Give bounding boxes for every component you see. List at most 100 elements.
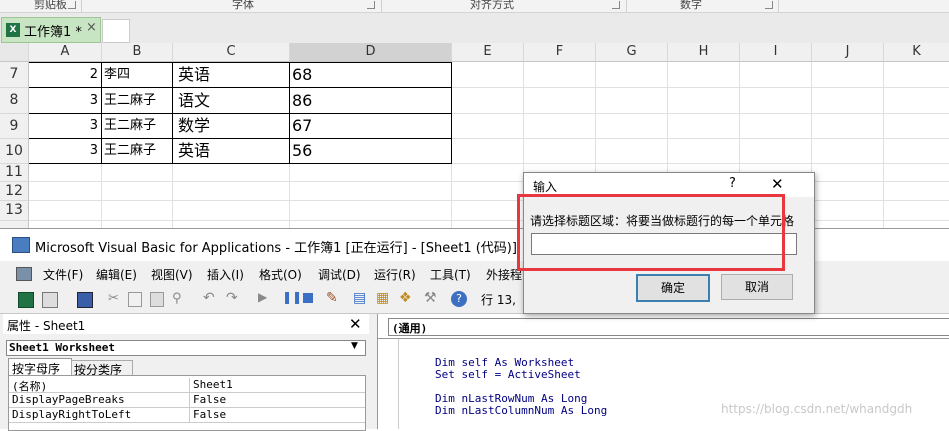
- column-header[interactable]: K: [884, 43, 949, 61]
- close-button[interactable]: ✕: [771, 175, 784, 193]
- vba-window-title: Microsoft Visual Basic for Applications …: [35, 241, 517, 256]
- ribbon-separator: [81, 0, 82, 12]
- font-launcher-icon[interactable]: [367, 1, 375, 9]
- object-browser-icon[interactable]: ❖: [399, 290, 412, 306]
- highlight-box: [517, 194, 785, 271]
- column-header[interactable]: G: [596, 43, 668, 61]
- menu-tools[interactable]: 工具(T): [430, 266, 471, 283]
- ribbon-separator: [381, 0, 382, 12]
- cell-a7[interactable]: 2: [29, 62, 98, 87]
- workbook-tab-label: 工作簿1 *: [24, 25, 82, 40]
- cell-c8[interactable]: 语文: [178, 88, 288, 113]
- column-header-row: A B C D E F G H I J K: [0, 43, 949, 62]
- cell-b7[interactable]: 李四: [104, 62, 172, 87]
- gridline: [452, 87, 949, 88]
- cell-c7[interactable]: 英语: [178, 62, 288, 87]
- cell-d8[interactable]: 86: [292, 88, 450, 113]
- menu-view[interactable]: 视图(V): [151, 266, 193, 283]
- ribbon-group-clipboard: 剪贴板: [34, 0, 67, 11]
- row-header[interactable]: 7: [0, 62, 29, 88]
- paste-icon[interactable]: [150, 292, 164, 307]
- ribbon-group-number: 数字: [680, 0, 702, 11]
- reset-icon[interactable]: [303, 293, 313, 303]
- menu-edit[interactable]: 编辑(E): [96, 266, 137, 283]
- cell-d9[interactable]: 67: [292, 113, 450, 138]
- menu-file[interactable]: 文件(F): [43, 266, 83, 283]
- row-header[interactable]: 11: [0, 164, 29, 182]
- column-header[interactable]: E: [452, 43, 524, 61]
- row-header[interactable]: 8: [0, 88, 29, 114]
- row-header[interactable]: 12: [0, 182, 29, 201]
- help-button[interactable]: ?: [729, 176, 736, 191]
- excel-view-icon[interactable]: [18, 292, 34, 308]
- cell-b8[interactable]: 王二麻子: [104, 88, 172, 113]
- cut-icon[interactable]: ✂: [108, 291, 119, 306]
- cell-c10[interactable]: 英语: [178, 138, 288, 163]
- column-header[interactable]: F: [524, 43, 596, 61]
- close-icon[interactable]: ×: [86, 20, 97, 35]
- project-explorer-icon[interactable]: ▤: [353, 290, 366, 306]
- divider: [378, 338, 949, 339]
- column-header[interactable]: A: [29, 43, 102, 61]
- code-object-dropdown[interactable]: (通用): [388, 318, 949, 336]
- cell-c9[interactable]: 数学: [178, 113, 288, 138]
- run-icon[interactable]: ▶: [258, 290, 267, 304]
- property-row[interactable]: DisplayPageBreaks False: [9, 393, 365, 408]
- property-grid: (名称) Sheet1 DisplayPageBreaks False Disp…: [8, 375, 366, 431]
- help-icon[interactable]: ?: [451, 291, 467, 307]
- cancel-button[interactable]: 取消: [721, 274, 793, 300]
- row-header[interactable]: 9: [0, 114, 29, 139]
- insert-module-icon[interactable]: [42, 292, 58, 308]
- tab-alphabetic[interactable]: 按字母序: [8, 358, 72, 376]
- properties-icon[interactable]: ▦: [376, 290, 389, 306]
- tab-categorized[interactable]: 按分类序: [71, 360, 133, 377]
- new-tab-button[interactable]: [102, 19, 130, 43]
- column-header[interactable]: H: [668, 43, 740, 61]
- margin-indicator-bar: [398, 339, 399, 429]
- undo-icon[interactable]: ↶: [203, 290, 215, 306]
- break-icon[interactable]: ❚❚: [282, 290, 302, 304]
- cell-a8[interactable]: 3: [29, 88, 98, 113]
- close-icon[interactable]: ✕: [349, 315, 362, 333]
- alignment-launcher-icon[interactable]: [612, 1, 620, 9]
- code-line[interactable]: Dim nLastColumnNum As Long: [435, 404, 607, 417]
- ribbon-group-alignment: 对齐方式: [470, 0, 514, 11]
- save-icon[interactable]: [77, 292, 93, 308]
- clipboard-launcher-icon[interactable]: [68, 1, 76, 9]
- cell-b9[interactable]: 王二麻子: [104, 113, 172, 138]
- code-window: (通用) Dim self As Worksheet Set self = Ac…: [377, 314, 949, 429]
- menu-format[interactable]: 格式(O): [259, 266, 302, 283]
- menu-insert[interactable]: 插入(I): [207, 266, 244, 283]
- cell-a9[interactable]: 3: [29, 113, 98, 138]
- row-header[interactable]: 10: [0, 139, 29, 164]
- cell-a10[interactable]: 3: [29, 138, 98, 163]
- vba-app-icon: [12, 237, 30, 253]
- column-header[interactable]: I: [740, 43, 812, 61]
- select-all-corner[interactable]: [0, 43, 29, 61]
- row-header[interactable]: 13: [0, 201, 29, 221]
- column-header-selected[interactable]: D: [290, 43, 452, 61]
- ok-button[interactable]: 确定: [636, 274, 710, 302]
- redo-icon[interactable]: ↷: [226, 290, 238, 306]
- design-mode-icon[interactable]: ✎: [326, 290, 338, 306]
- code-line[interactable]: Set self = ActiveSheet: [435, 368, 581, 381]
- property-row[interactable]: DisplayRightToLeft False: [9, 408, 365, 423]
- find-icon[interactable]: ⚲: [172, 291, 182, 306]
- toolbox-icon[interactable]: ⚒: [424, 290, 437, 306]
- column-header[interactable]: B: [102, 43, 173, 61]
- cell-b10[interactable]: 王二麻子: [104, 138, 172, 163]
- workbook-tab[interactable]: X 工作簿1 * ×: [1, 17, 101, 43]
- column-header[interactable]: J: [812, 43, 884, 61]
- vba-doc-icon: [16, 267, 32, 281]
- code-object-dropdown-value: (通用): [392, 322, 428, 335]
- property-row[interactable]: (名称) Sheet1: [9, 378, 365, 393]
- menu-run[interactable]: 运行(R): [374, 266, 416, 283]
- menu-debug[interactable]: 调试(D): [318, 266, 361, 283]
- number-launcher-icon[interactable]: [765, 1, 773, 9]
- column-header[interactable]: C: [173, 43, 290, 61]
- table-border: [29, 163, 452, 164]
- cell-d7[interactable]: 68: [292, 62, 450, 87]
- cell-d10[interactable]: 56: [292, 138, 450, 163]
- object-dropdown[interactable]: Sheet1 Worksheet ▼: [6, 340, 366, 356]
- copy-icon[interactable]: [128, 292, 142, 307]
